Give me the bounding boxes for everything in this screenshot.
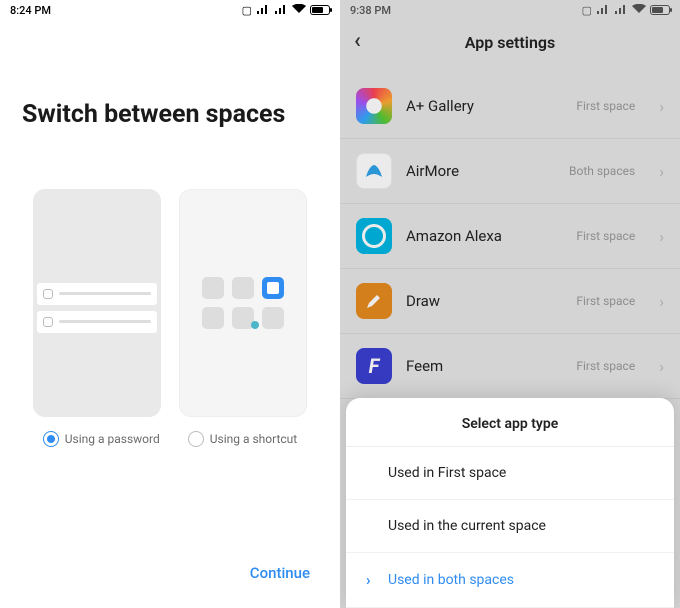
radio-password[interactable]: Using a password	[43, 431, 160, 447]
page-title: Switch between spaces	[0, 20, 340, 129]
status-time: 8:24 PM	[10, 4, 51, 17]
mock-lock-row	[37, 283, 157, 305]
screen-app-settings: 9:38 PM ▢ ‹ App settings	[340, 0, 680, 608]
status-bar: 8:24 PM ▢	[0, 0, 340, 20]
select-app-type-sheet: Select app type Used in First space Used…	[346, 398, 674, 608]
sheet-option-current-space[interactable]: Used in the current space	[346, 500, 674, 553]
continue-button[interactable]: Continue	[250, 564, 310, 582]
check-icon: ›	[366, 571, 380, 589]
radio-label: Using a shortcut	[210, 432, 298, 446]
sheet-option-label: Used in First space	[388, 465, 506, 481]
cursor-icon	[251, 321, 259, 329]
wifi-icon	[292, 4, 306, 17]
rotate-icon: ▢	[242, 4, 252, 17]
sheet-title: Select app type	[346, 398, 674, 447]
signal-icon	[256, 5, 270, 15]
sheet-option-first-space[interactable]: Used in First space	[346, 447, 674, 500]
battery-icon	[310, 5, 330, 15]
radio-icon	[43, 431, 59, 447]
radio-shortcut[interactable]: Using a shortcut	[188, 431, 298, 447]
switch-options	[0, 129, 340, 417]
switch-radios: Using a password Using a shortcut	[0, 431, 340, 447]
radio-icon	[188, 431, 204, 447]
sheet-option-label: Used in the current space	[388, 518, 546, 534]
option-card-shortcut[interactable]	[179, 189, 307, 417]
screen-switch-spaces: 8:24 PM ▢ Switch between spaces	[0, 0, 340, 608]
radio-label: Using a password	[65, 432, 160, 446]
signal-icon-2	[274, 5, 288, 15]
option-card-password[interactable]	[33, 189, 161, 417]
mock-lock-row	[37, 311, 157, 333]
sheet-option-both-spaces[interactable]: › Used in both spaces	[346, 553, 674, 608]
sheet-option-label: Used in both spaces	[388, 572, 514, 588]
status-icons: ▢	[242, 4, 330, 17]
